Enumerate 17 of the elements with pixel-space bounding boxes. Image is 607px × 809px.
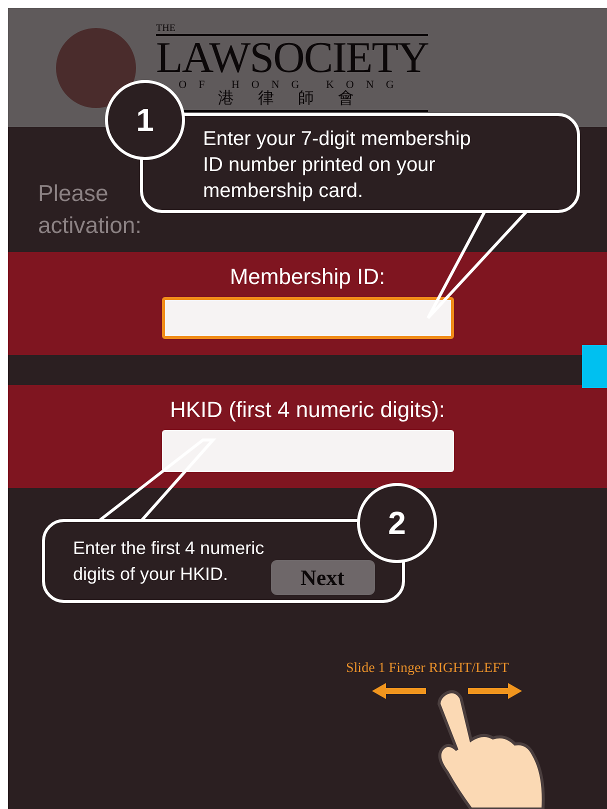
input-field[interactable] (162, 430, 454, 472)
callout-text: Enter your 7-digit membership ID number printed on your membership card. (203, 127, 472, 204)
logo-text: 港 律 師 會 (217, 90, 364, 106)
left-arrow-icon (372, 683, 426, 699)
instructions-text: Please (38, 179, 108, 208)
step-number-badge: 2 (357, 483, 437, 563)
callout-text: Enter the first 4 numeric digits of your HKID. (73, 537, 266, 586)
logo-text: LAWSOCIETY (156, 34, 428, 80)
field-label: HKID (first 4 numeric digits): (170, 396, 446, 424)
instructions-text: activation: (38, 211, 142, 240)
gesture-hint-text: Slide 1 Finger RIGHT/LEFT (346, 660, 509, 678)
next-button[interactable]: Next (270, 560, 374, 595)
side-tab[interactable] (582, 345, 607, 388)
input-field[interactable] (162, 297, 454, 339)
field-label: Membership ID: (230, 263, 386, 291)
logo-text: THE (156, 24, 176, 34)
right-arrow-icon (468, 683, 522, 699)
